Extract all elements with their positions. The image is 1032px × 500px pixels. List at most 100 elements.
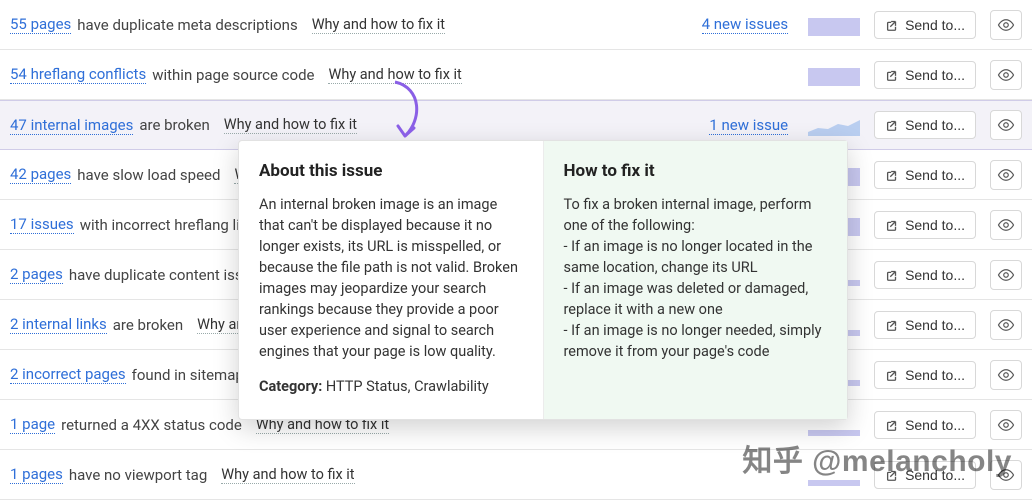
- hide-issue-button[interactable]: [990, 310, 1022, 340]
- hide-issue-button[interactable]: [990, 160, 1022, 190]
- issue-description: 1 pages have no viewport tag: [10, 465, 207, 484]
- eye-icon: [997, 216, 1015, 234]
- why-fix-link[interactable]: Why and how to fix it: [224, 116, 357, 134]
- share-icon: [885, 318, 899, 332]
- why-fix-link[interactable]: Why and how to fix it: [312, 16, 445, 34]
- send-to-label: Send to...: [905, 217, 965, 233]
- issue-text: have duplicate meta descriptions: [77, 16, 297, 34]
- send-to-label: Send to...: [905, 167, 965, 183]
- sparkline-bar: [808, 464, 860, 486]
- new-issues-link[interactable]: 1 new issue: [709, 116, 788, 135]
- issue-text: have no viewport tag: [69, 466, 207, 484]
- issue-text: have duplicate content issues: [69, 266, 267, 284]
- eye-icon: [997, 166, 1015, 184]
- category-label: Category:: [259, 378, 322, 395]
- hide-issue-button[interactable]: [990, 110, 1022, 140]
- about-category: Category: HTTP Status, Crawlability: [259, 376, 523, 397]
- issue-count-link[interactable]: 17 issues: [10, 215, 74, 234]
- issue-detail-popover: About this issue An internal broken imag…: [238, 140, 848, 420]
- send-to-label: Send to...: [905, 267, 965, 283]
- share-icon: [885, 118, 899, 132]
- share-icon: [885, 18, 899, 32]
- about-title: About this issue: [259, 159, 523, 184]
- hide-issue-button[interactable]: [990, 410, 1022, 440]
- sparkline-area: [808, 114, 860, 136]
- sparkline-bar: [808, 14, 860, 36]
- eye-icon: [997, 116, 1015, 134]
- new-issues-link[interactable]: 4 new issues: [702, 15, 788, 34]
- issue-count-link[interactable]: 2 pages: [10, 265, 63, 284]
- share-icon: [885, 218, 899, 232]
- hide-issue-button[interactable]: [990, 260, 1022, 290]
- issue-count-link[interactable]: 42 pages: [10, 165, 71, 184]
- eye-icon: [997, 416, 1015, 434]
- hide-issue-button[interactable]: [990, 60, 1022, 90]
- issue-description: 2 pages have duplicate content issues: [10, 265, 267, 284]
- share-icon: [885, 168, 899, 182]
- eye-icon: [997, 266, 1015, 284]
- issue-description: 2 internal links are broken: [10, 315, 183, 334]
- issue-description: 17 issues with incorrect hreflang links: [10, 215, 263, 234]
- issue-description: 1 page returned a 4XX status code: [10, 415, 242, 434]
- share-icon: [885, 68, 899, 82]
- issue-text: returned a 4XX status code: [61, 416, 242, 434]
- issue-row: 54 hreflang conflicts within page source…: [0, 50, 1032, 100]
- send-to-label: Send to...: [905, 67, 965, 83]
- send-to-button[interactable]: Send to...: [874, 161, 976, 189]
- send-to-label: Send to...: [905, 317, 965, 333]
- send-to-button[interactable]: Send to...: [874, 311, 976, 339]
- issue-count-link[interactable]: 2 internal links: [10, 315, 107, 334]
- share-icon: [885, 418, 899, 432]
- popover-about-column: About this issue An internal broken imag…: [239, 141, 544, 419]
- send-to-label: Send to...: [905, 467, 965, 483]
- issue-description: 55 pages have duplicate meta description…: [10, 15, 298, 34]
- send-to-button[interactable]: Send to...: [874, 111, 976, 139]
- issue-row: 55 pages have duplicate meta description…: [0, 0, 1032, 50]
- send-to-label: Send to...: [905, 417, 965, 433]
- issue-text: are broken: [113, 316, 183, 334]
- issue-count-link[interactable]: 55 pages: [10, 15, 71, 34]
- why-fix-link[interactable]: Why and how to fix it: [328, 66, 461, 84]
- issue-row: 1 pages have no viewport tag Why and how …: [0, 450, 1032, 500]
- issue-count-link[interactable]: 54 hreflang conflicts: [10, 65, 146, 84]
- issue-description: 47 internal images are broken: [10, 116, 210, 135]
- issue-text: with incorrect hreflang links: [80, 216, 264, 234]
- sparkline-bar: [808, 64, 860, 86]
- issue-count-link[interactable]: 1 page: [10, 415, 55, 434]
- category-value: HTTP Status, Crawlability: [322, 378, 488, 395]
- hide-issue-button[interactable]: [990, 210, 1022, 240]
- issue-text: have slow load speed: [77, 166, 220, 184]
- share-icon: [885, 468, 899, 482]
- issue-count-link[interactable]: 47 internal images: [10, 116, 133, 135]
- hide-issue-button[interactable]: [990, 360, 1022, 390]
- send-to-button[interactable]: Send to...: [874, 461, 976, 489]
- send-to-button[interactable]: Send to...: [874, 261, 976, 289]
- issue-text: are broken: [139, 116, 209, 134]
- issue-description: 54 hreflang conflicts within page source…: [10, 65, 314, 84]
- howto-title: How to fix it: [564, 159, 828, 184]
- send-to-button[interactable]: Send to...: [874, 61, 976, 89]
- why-fix-link[interactable]: Why and how to fix it: [221, 466, 354, 484]
- howto-body: To fix a broken internal image, perform …: [564, 194, 828, 362]
- about-body: An internal broken image is an image tha…: [259, 194, 523, 362]
- issue-description: 2 incorrect pages found in sitemap.xml: [10, 365, 272, 384]
- send-to-button[interactable]: Send to...: [874, 361, 976, 389]
- hide-issue-button[interactable]: [990, 10, 1022, 40]
- issue-text: within page source code: [152, 66, 314, 84]
- send-to-label: Send to...: [905, 117, 965, 133]
- share-icon: [885, 368, 899, 382]
- hide-issue-button[interactable]: [990, 460, 1022, 490]
- send-to-button[interactable]: Send to...: [874, 11, 976, 39]
- share-icon: [885, 268, 899, 282]
- issue-count-link[interactable]: 2 incorrect pages: [10, 365, 126, 384]
- send-to-button[interactable]: Send to...: [874, 211, 976, 239]
- popover-howto-column: How to fix it To fix a broken internal i…: [544, 141, 848, 419]
- eye-icon: [997, 366, 1015, 384]
- eye-icon: [997, 66, 1015, 84]
- issue-count-link[interactable]: 1 pages: [10, 465, 63, 484]
- send-to-button[interactable]: Send to...: [874, 411, 976, 439]
- eye-icon: [997, 16, 1015, 34]
- send-to-label: Send to...: [905, 17, 965, 33]
- send-to-label: Send to...: [905, 367, 965, 383]
- eye-icon: [997, 316, 1015, 334]
